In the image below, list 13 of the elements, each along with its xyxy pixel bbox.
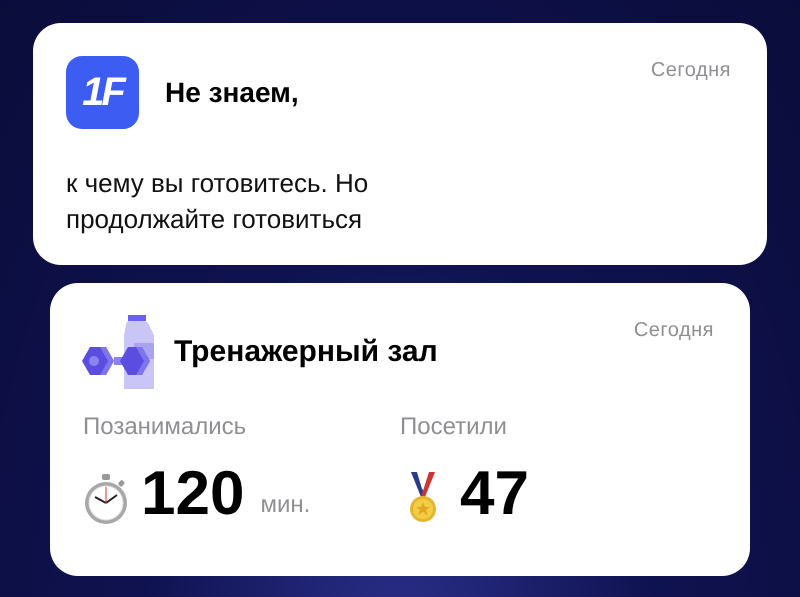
notification-text: к чему вы готовитесь. Но продолжайте готовиться (66, 167, 370, 236)
stat-value: 120 (141, 463, 244, 525)
stat-unit: мин. (260, 491, 310, 520)
app-logo: 1F (66, 56, 139, 129)
stat-value: 47 (460, 463, 529, 525)
notification-title: Не знаем, (165, 76, 299, 108)
stat-label: Посетили (400, 413, 508, 441)
medal-icon (408, 471, 438, 525)
notification-title: Тренажерный зал (174, 335, 438, 369)
notification-time: Сегодня (650, 59, 731, 82)
stat-label: Позанимались (83, 413, 248, 441)
notification-time: Сегодня (634, 319, 714, 342)
stopwatch-icon (83, 473, 129, 525)
